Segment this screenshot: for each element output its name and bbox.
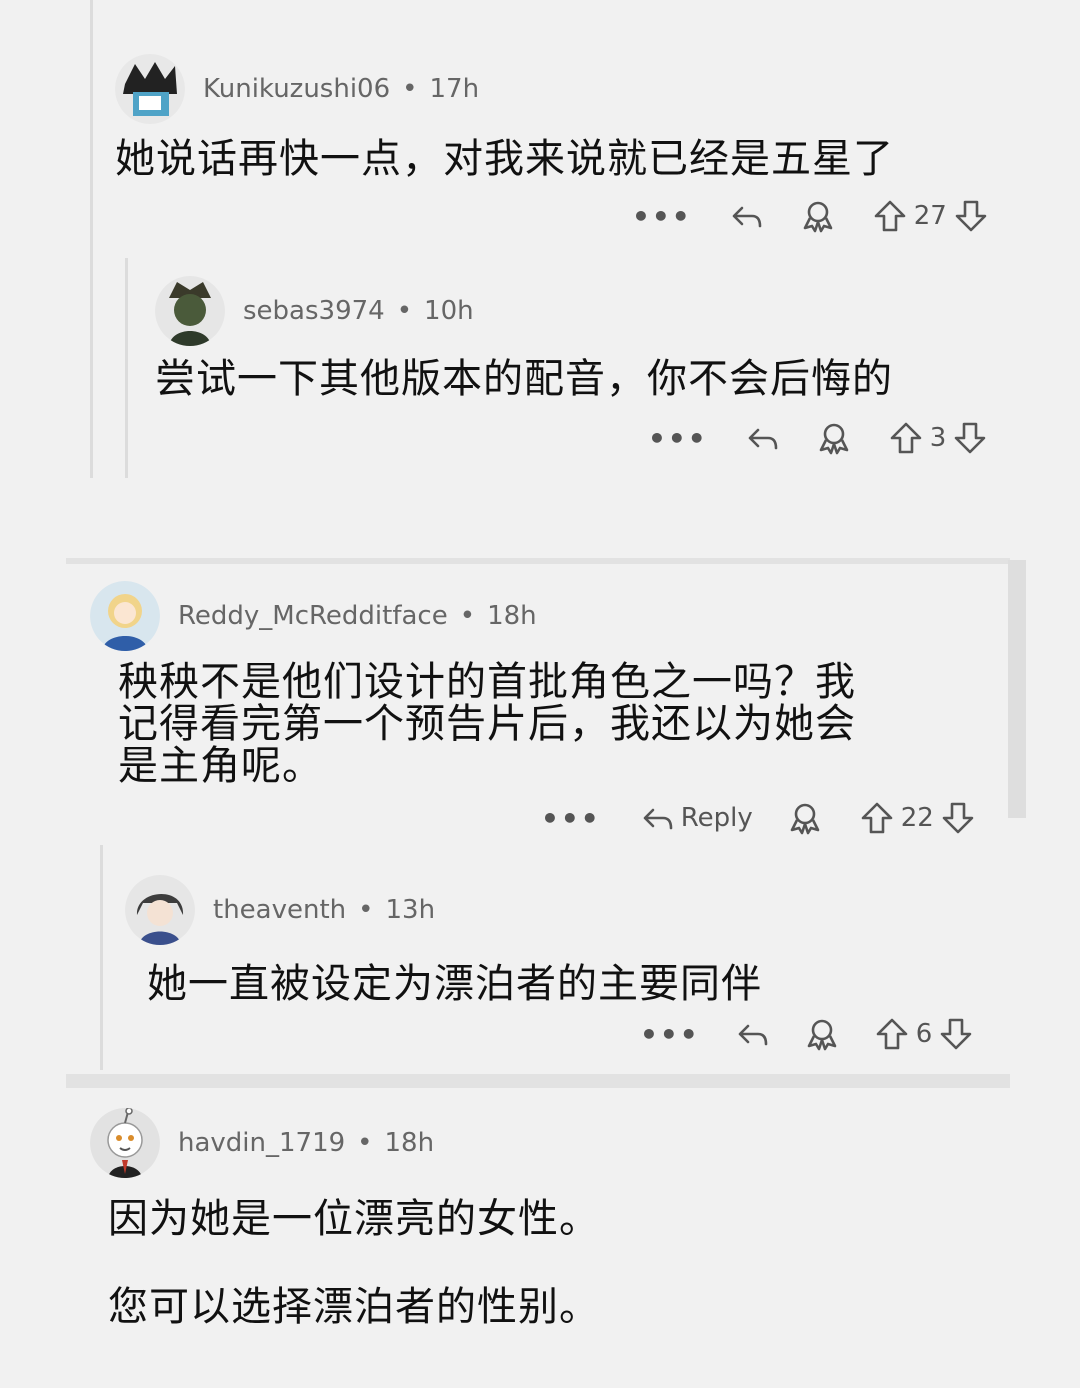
downvote-arrow-icon[interactable]	[953, 198, 989, 234]
downvote-arrow-icon[interactable]	[952, 420, 988, 456]
comment-body: 秧秧不是他们设计的首批角色之一吗？我 记得看完第一个预告片后，我还以为她会 是主…	[118, 661, 990, 787]
award-icon[interactable]	[787, 800, 823, 836]
reply-label: Reply	[680, 803, 753, 833]
vote-count: 6	[915, 1019, 933, 1049]
comment: theaventh • 13h 她一直被设定为漂泊者的主要同伴	[125, 875, 985, 1005]
comment-body: 因为她是一位漂亮的女性。 您可以选择漂泊者的性别。	[108, 1198, 990, 1328]
username[interactable]: havdin_1719	[178, 1128, 345, 1158]
username[interactable]: Kunikuzushi06	[203, 74, 390, 104]
meta-separator: •	[396, 296, 413, 326]
comment: Reddy_McRedditface • 18h 秧秧不是他们设计的首批角色之一…	[90, 581, 990, 787]
comment-body: 尝试一下其他版本的配音，你不会后悔的	[155, 356, 893, 402]
section-divider	[66, 1074, 1010, 1088]
username[interactable]: Reddy_McRedditface	[178, 601, 448, 631]
meta-separator: •	[357, 1128, 373, 1158]
scrollbar[interactable]	[1008, 560, 1026, 818]
vote-count: 22	[900, 803, 934, 833]
user-avatar[interactable]	[125, 875, 195, 945]
meta-separator: •	[402, 74, 418, 104]
username[interactable]: sebas3974	[243, 296, 385, 326]
upvote-arrow-icon[interactable]	[888, 420, 924, 456]
thread-line[interactable]	[125, 258, 128, 478]
comment-body-line: 秧秧不是他们设计的首批角色之一吗？我	[118, 659, 856, 705]
comment-actions: ••• 6	[640, 1016, 974, 1052]
user-avatar[interactable]	[90, 581, 160, 651]
reply-arrow-icon[interactable]	[734, 1016, 770, 1052]
award-icon[interactable]	[800, 198, 836, 234]
comment-actions: ••• 3	[648, 420, 988, 456]
meta-separator: •	[358, 895, 374, 925]
upvote-arrow-icon[interactable]	[874, 1016, 910, 1052]
comment-body-line: 是主角呢。	[118, 743, 323, 789]
comment-body: 她一直被设定为漂泊者的主要同伴	[147, 961, 762, 1007]
award-icon[interactable]	[816, 420, 852, 456]
upvote-arrow-icon[interactable]	[859, 800, 895, 836]
user-avatar[interactable]	[90, 1108, 160, 1178]
comment-thread-page: Kunikuzushi06 • 17h 她说话再快一点，对我来说就已经是五星了 …	[0, 0, 1080, 1388]
thread-line[interactable]	[90, 0, 93, 478]
thread-line[interactable]	[100, 845, 103, 1070]
downvote-arrow-icon[interactable]	[938, 1016, 974, 1052]
section-divider	[66, 558, 1010, 564]
timestamp: 17h	[429, 74, 480, 104]
downvote-arrow-icon[interactable]	[940, 800, 976, 836]
timestamp: 18h	[487, 601, 537, 631]
timestamp: 18h	[384, 1128, 435, 1158]
reply-arrow-icon[interactable]	[728, 198, 764, 234]
more-options-button[interactable]: •••	[632, 200, 692, 233]
comment-body-line: 因为她是一位漂亮的女性。	[108, 1196, 600, 1242]
comment: Kunikuzushi06 • 17h 她说话再快一点，对我来说就已经是五星了	[115, 54, 1015, 180]
user-avatar[interactable]	[115, 54, 185, 124]
vote-count: 3	[929, 423, 947, 453]
comment-body-line: 记得看完第一个预告片后，我还以为她会	[118, 701, 856, 747]
reply-arrow-icon	[639, 800, 675, 836]
comment-body: 她说话再快一点，对我来说就已经是五星了	[115, 136, 894, 182]
user-avatar[interactable]	[155, 276, 225, 346]
comment: havdin_1719 • 18h 因为她是一位漂亮的女性。 您可以选择漂泊者的…	[90, 1108, 990, 1328]
comment: sebas3974 • 10h 尝试一下其他版本的配音，你不会后悔的	[155, 276, 1015, 400]
username[interactable]: theaventh	[213, 895, 346, 925]
reply-arrow-icon[interactable]	[744, 420, 780, 456]
vote-count: 27	[913, 201, 947, 231]
timestamp: 13h	[385, 895, 436, 925]
reply-button[interactable]: Reply	[639, 800, 753, 836]
award-icon[interactable]	[804, 1016, 840, 1052]
comment-actions: ••• Reply 22	[541, 800, 976, 836]
more-options-button[interactable]: •••	[648, 422, 708, 455]
timestamp: 10h	[424, 296, 474, 326]
more-options-button[interactable]: •••	[640, 1018, 700, 1051]
meta-separator: •	[459, 601, 476, 631]
more-options-button[interactable]: •••	[541, 802, 601, 835]
comment-body-line: 您可以选择漂泊者的性别。	[108, 1284, 600, 1330]
comment-actions: ••• 27	[632, 198, 989, 234]
upvote-arrow-icon[interactable]	[872, 198, 908, 234]
